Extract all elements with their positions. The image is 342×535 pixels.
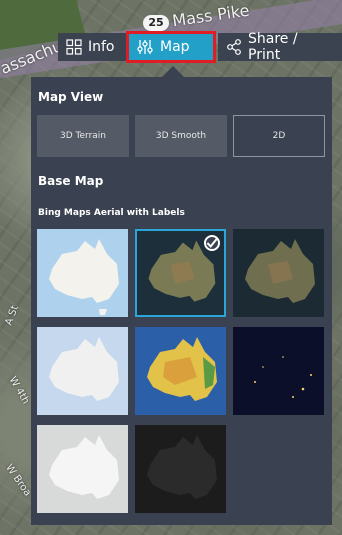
base-map-aerial-labels[interactable] [135, 229, 226, 317]
info-button[interactable]: Info [58, 33, 128, 61]
base-map-dark-matter[interactable] [135, 425, 226, 513]
view-3d-smooth-button[interactable]: 3D Smooth [135, 115, 227, 157]
share-print-label: Share / Print [248, 31, 298, 63]
base-map-title: Base Map [38, 174, 104, 188]
selected-base-map-label: Bing Maps Aerial with Labels [38, 208, 185, 218]
selected-check-icon [204, 235, 220, 251]
share-icon [227, 39, 241, 55]
base-map-positron[interactable] [37, 327, 128, 415]
base-map-terrain-color[interactable] [135, 327, 226, 415]
map-button[interactable]: Map [126, 31, 216, 63]
grid-icon [66, 39, 82, 55]
panel-caret [162, 66, 184, 77]
view-2d-button[interactable]: 2D [233, 115, 325, 157]
sliders-icon [137, 40, 153, 54]
base-map-night-lights[interactable] [233, 327, 324, 415]
share-print-button[interactable]: Share / Print [218, 31, 342, 63]
base-map-grey-light[interactable] [37, 425, 128, 513]
base-map-light-road[interactable] [37, 229, 128, 317]
base-map-aerial[interactable] [233, 229, 324, 317]
map-label: Map [160, 39, 190, 55]
route-shield: 25 [143, 15, 169, 31]
info-label: Info [88, 39, 115, 55]
map-settings-panel: Map View 3D Terrain 3D Smooth 2D Base Ma… [31, 77, 332, 525]
map-view-title: Map View [38, 90, 104, 104]
view-3d-terrain-button[interactable]: 3D Terrain [37, 115, 129, 157]
